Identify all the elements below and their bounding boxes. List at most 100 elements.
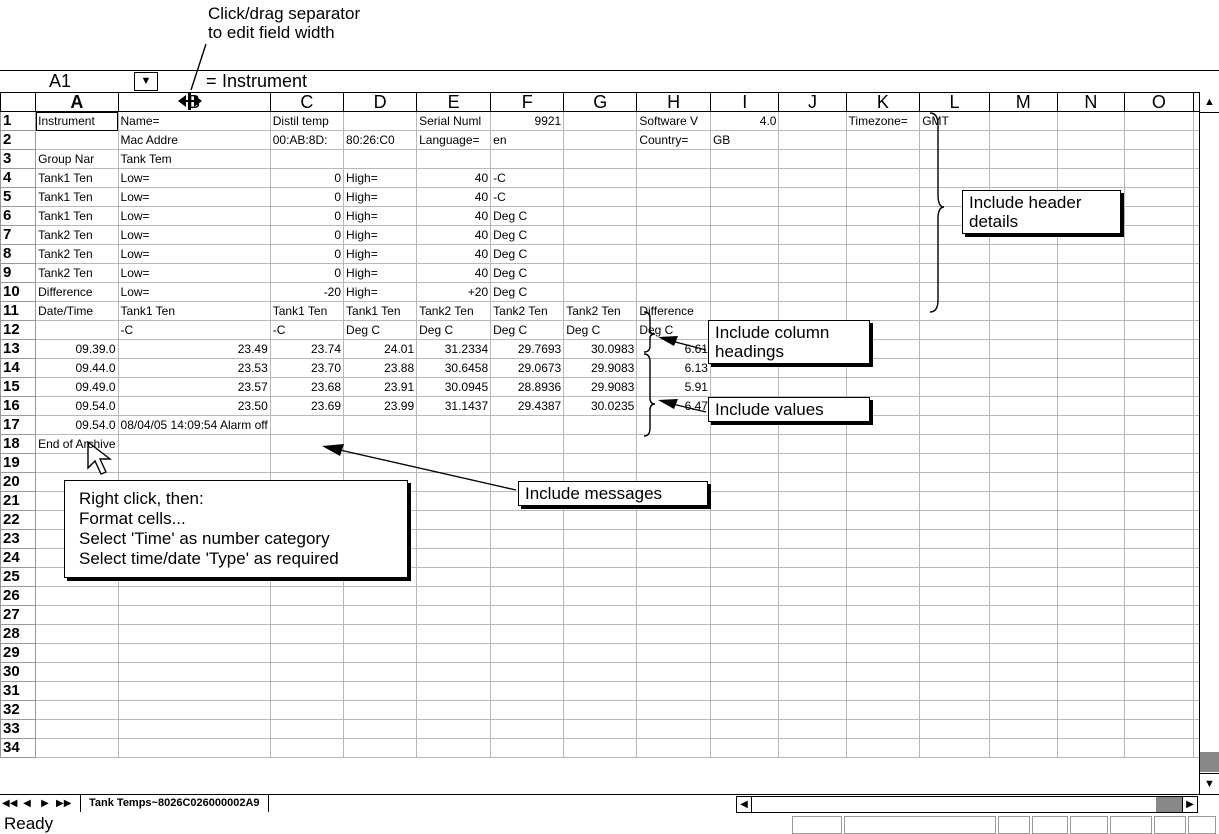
cell-k29[interactable] (845, 643, 921, 663)
cell-o31[interactable] (1124, 681, 1194, 701)
cell-j20[interactable] (778, 472, 847, 492)
cell-d9[interactable]: High= (343, 263, 418, 283)
cell-e27[interactable] (416, 605, 492, 625)
cell-o9[interactable] (1124, 263, 1194, 283)
cell-i20[interactable] (709, 472, 780, 492)
cell-c31[interactable] (269, 681, 345, 701)
cell-j19[interactable] (778, 453, 847, 473)
cell-m17[interactable] (988, 415, 1058, 435)
cell-a13[interactable]: 09.39.0 (35, 339, 119, 359)
cell-m24[interactable] (988, 548, 1058, 568)
cell-m11[interactable] (988, 301, 1058, 321)
cell-n28[interactable] (1056, 624, 1126, 644)
cell-e1[interactable]: Serial Numl (416, 111, 492, 131)
cell-m33[interactable] (988, 719, 1058, 739)
row-header[interactable]: 10 (0, 282, 37, 302)
row-header[interactable]: 23 (0, 529, 37, 549)
cell-o12[interactable] (1124, 320, 1194, 340)
cell-i33[interactable] (709, 719, 780, 739)
row-header[interactable]: 12 (0, 320, 37, 340)
cell-j15[interactable] (778, 377, 847, 397)
cell-n24[interactable] (1056, 548, 1126, 568)
cell-e19[interactable] (416, 453, 492, 473)
cell-a14[interactable]: 09.44.0 (35, 358, 119, 378)
cell-e8[interactable]: 40 (416, 244, 492, 264)
cell-a2[interactable] (35, 130, 119, 150)
cell-c29[interactable] (269, 643, 345, 663)
row-header[interactable]: 2 (0, 130, 37, 150)
cell-n12[interactable] (1056, 320, 1126, 340)
cell-n32[interactable] (1056, 700, 1126, 720)
cell-g27[interactable] (563, 605, 638, 625)
cell-n31[interactable] (1056, 681, 1126, 701)
cell-a33[interactable] (35, 719, 119, 739)
cell-l32[interactable] (919, 700, 990, 720)
cell-k8[interactable] (845, 244, 921, 264)
cell-d29[interactable] (343, 643, 418, 663)
cell-m25[interactable] (988, 567, 1058, 587)
cell-i31[interactable] (709, 681, 780, 701)
cell-e23[interactable] (416, 529, 492, 549)
cell-a1[interactable]: Instrument (35, 111, 119, 131)
cell-k4[interactable] (845, 168, 921, 188)
cell-c33[interactable] (269, 719, 345, 739)
cell-e17[interactable] (416, 415, 492, 435)
cell-b5[interactable]: Low= (117, 187, 271, 207)
cell-j28[interactable] (778, 624, 847, 644)
cell-h30[interactable] (636, 662, 711, 682)
cell-m23[interactable] (988, 529, 1058, 549)
cell-m28[interactable] (988, 624, 1058, 644)
row-header[interactable]: 24 (0, 548, 37, 568)
cell-j23[interactable] (778, 529, 847, 549)
cell-d12[interactable]: Deg C (343, 320, 418, 340)
cell-o13[interactable] (1124, 339, 1194, 359)
cell-o27[interactable] (1124, 605, 1194, 625)
cell-d33[interactable] (343, 719, 418, 739)
cell-m2[interactable] (988, 130, 1058, 150)
cell-f3[interactable] (490, 149, 565, 169)
cell-e7[interactable]: 40 (416, 225, 492, 245)
cell-f11[interactable]: Tank2 Ten (490, 301, 565, 321)
cell-e34[interactable] (416, 738, 492, 758)
cell-l20[interactable] (919, 472, 990, 492)
cell-a12[interactable] (35, 320, 119, 340)
cell-n11[interactable] (1056, 301, 1126, 321)
cell-o29[interactable] (1124, 643, 1194, 663)
cell-a11[interactable]: Date/Time (35, 301, 119, 321)
cell-f17[interactable] (490, 415, 565, 435)
cell-k22[interactable] (845, 510, 921, 530)
name-box-dropdown-button[interactable]: ▼ (134, 72, 158, 91)
cell-f24[interactable] (490, 548, 565, 568)
cell-m19[interactable] (988, 453, 1058, 473)
cell-a8[interactable]: Tank2 Ten (35, 244, 119, 264)
select-all-corner[interactable] (0, 92, 37, 112)
cell-n34[interactable] (1056, 738, 1126, 758)
cell-d28[interactable] (343, 624, 418, 644)
cell-i32[interactable] (709, 700, 780, 720)
row-header[interactable]: 19 (0, 453, 37, 473)
cell-o8[interactable] (1124, 244, 1194, 264)
cell-n4[interactable] (1056, 168, 1126, 188)
cell-k19[interactable] (845, 453, 921, 473)
cell-f30[interactable] (490, 662, 565, 682)
cell-i29[interactable] (709, 643, 780, 663)
cell-d13[interactable]: 24.01 (343, 339, 418, 359)
row-header[interactable]: 13 (0, 339, 37, 359)
column-header-d[interactable]: D (343, 92, 418, 112)
cell-l24[interactable] (919, 548, 990, 568)
cell-l4[interactable] (919, 168, 990, 188)
cell-o21[interactable] (1124, 491, 1194, 511)
cell-c10[interactable]: -20 (269, 282, 345, 302)
cell-j6[interactable] (778, 206, 847, 226)
cell-b11[interactable]: Tank1 Ten (117, 301, 271, 321)
cell-l14[interactable] (919, 358, 990, 378)
cell-c6[interactable]: 0 (269, 206, 345, 226)
cell-i3[interactable] (709, 149, 780, 169)
scroll-left-icon[interactable]: ◀ (737, 797, 752, 812)
cell-g19[interactable] (563, 453, 638, 473)
column-header-c[interactable]: C (269, 92, 345, 112)
cell-e5[interactable]: 40 (416, 187, 492, 207)
cell-g6[interactable] (563, 206, 638, 226)
cell-g25[interactable] (563, 567, 638, 587)
cell-k24[interactable] (845, 548, 921, 568)
